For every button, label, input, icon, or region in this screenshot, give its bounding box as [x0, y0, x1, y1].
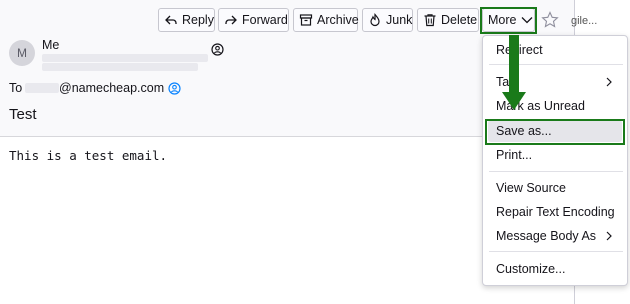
menu-item-view-source[interactable]: View Source — [488, 177, 622, 199]
contact-icon[interactable] — [211, 43, 224, 56]
delete-button[interactable]: Delete — [417, 8, 479, 32]
forward-icon — [225, 15, 237, 25]
forward-button[interactable]: Forward — [218, 8, 289, 32]
menu-item-label: Mark as Unread — [496, 99, 585, 113]
menu-item-label: Tag — [496, 75, 517, 89]
chevron-right-icon — [606, 231, 612, 241]
forward-label: Forward — [242, 13, 288, 27]
archive-label: Archive — [317, 13, 359, 27]
menu-item-tag[interactable]: Tag — [488, 71, 622, 93]
sender-name[interactable]: Me — [42, 38, 59, 52]
contact-icon[interactable] — [168, 81, 181, 95]
reply-label: Reply — [182, 13, 214, 27]
menu-item-message-body-as[interactable]: Message Body As — [488, 225, 622, 247]
menu-item-label: View Source — [496, 181, 566, 195]
menu-item-mark-unread[interactable]: Mark as Unread — [488, 95, 622, 117]
redacted-recipient — [25, 83, 59, 93]
side-text: gile... — [571, 15, 598, 27]
menu-item-label: Customize... — [496, 262, 566, 276]
reply-icon — [165, 15, 177, 25]
menu-item-customize[interactable]: Customize... — [488, 258, 622, 280]
menu-item-label: Redirect — [496, 43, 543, 57]
chevron-right-icon — [606, 77, 612, 87]
more-button-highlight — [480, 7, 537, 34]
reply-button[interactable]: Reply — [158, 8, 215, 32]
avatar: M — [9, 40, 35, 66]
redacted-email — [42, 63, 198, 71]
menu-item-redirect[interactable]: Redirect — [488, 39, 622, 61]
to-label: To — [9, 81, 23, 95]
redacted-email — [42, 54, 208, 62]
junk-label: Junk — [386, 13, 413, 27]
menu-item-label: Print... — [496, 148, 533, 162]
junk-icon — [370, 13, 380, 27]
menu-item-label: Repair Text Encoding — [496, 205, 615, 219]
message-pane: Reply Forward Archive Junk Delete More g… — [0, 0, 630, 304]
delete-label: Delete — [441, 13, 478, 27]
menu-separator — [489, 251, 623, 252]
junk-button[interactable]: Junk — [362, 8, 413, 32]
menu-item-label: Message Body As — [496, 229, 597, 243]
message-subject: Test — [9, 106, 37, 123]
archive-button[interactable]: Archive — [293, 8, 359, 32]
menu-separator — [489, 64, 623, 65]
save-as-highlight — [485, 119, 625, 145]
star-icon[interactable] — [541, 11, 559, 29]
menu-item-repair-text-encoding[interactable]: Repair Text Encoding — [488, 201, 622, 223]
menu-separator — [489, 171, 623, 172]
more-menu: Redirect Tag Mark as Unread Save as... P… — [482, 35, 628, 286]
message-body: This is a test email. — [9, 148, 168, 163]
menu-item-print[interactable]: Print... — [488, 144, 622, 166]
to-address[interactable]: @namecheap.com — [59, 81, 164, 95]
delete-icon — [424, 14, 436, 27]
archive-icon — [299, 14, 313, 26]
